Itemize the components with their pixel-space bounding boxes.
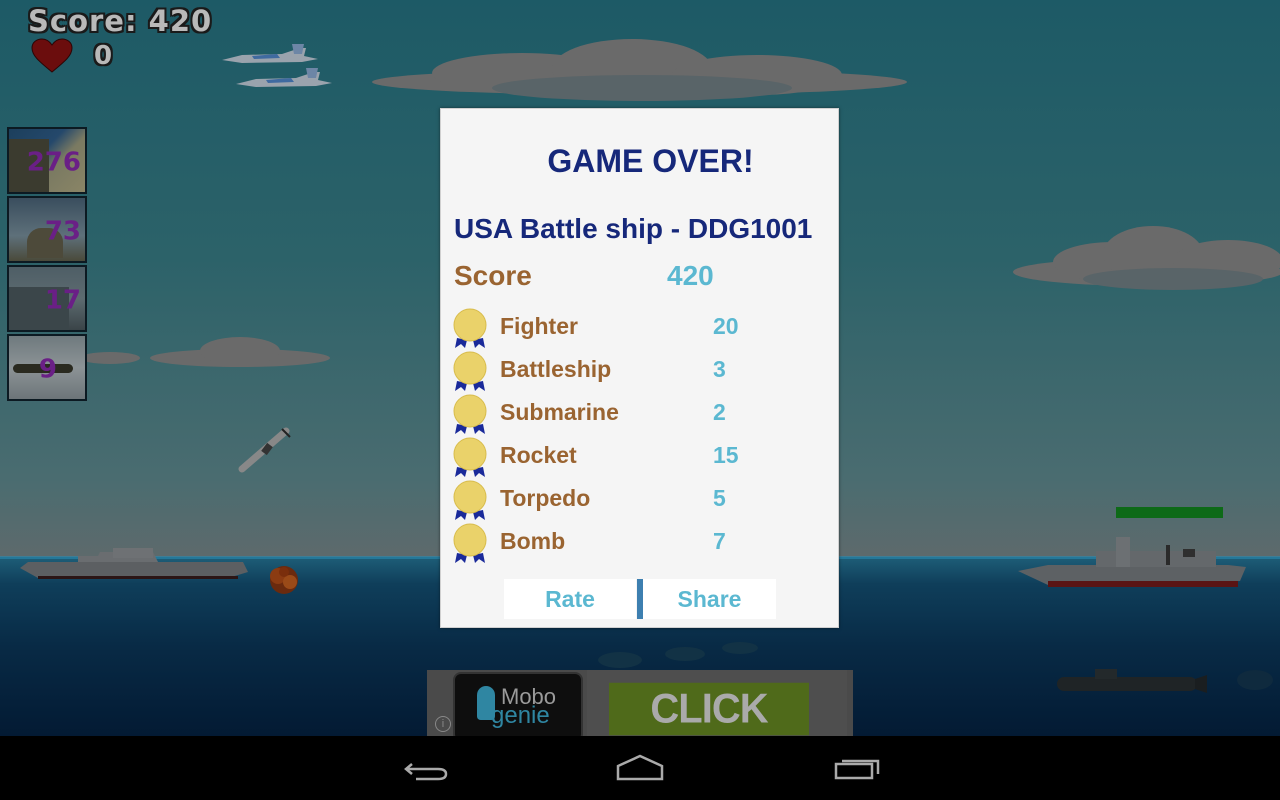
- share-button[interactable]: Share: [643, 579, 776, 619]
- stat-row-bomb: Bomb 7: [453, 523, 833, 566]
- medal-icon: [453, 308, 487, 348]
- ship-name: USA Battle ship - DDG1001: [454, 213, 813, 244]
- stat-row-torpedo: Torpedo 5: [453, 480, 833, 523]
- home-button[interactable]: [610, 752, 670, 786]
- enemy-health-bar: [1116, 507, 1223, 518]
- stat-value: 7: [713, 528, 726, 554]
- stat-value: 15: [713, 442, 739, 468]
- enemy-destroyer: [1018, 537, 1246, 587]
- back-icon: [404, 763, 448, 781]
- score-display: Score: 420: [28, 4, 213, 38]
- enemy-submarine: [1057, 669, 1207, 693]
- medal-icon: [453, 480, 487, 520]
- fish-school: [598, 642, 758, 668]
- stat-row-submarine: Submarine 2: [453, 394, 833, 437]
- explosion: [270, 566, 298, 594]
- stat-label: Rocket: [500, 442, 577, 468]
- stat-value: 3: [713, 356, 726, 382]
- heart-icon: [30, 38, 74, 74]
- fighter-jet: [222, 44, 318, 63]
- stat-label: Bomb: [500, 528, 566, 554]
- info-icon[interactable]: i: [435, 716, 451, 732]
- score-label: Score: [454, 260, 532, 291]
- lives-display: 0: [30, 38, 112, 74]
- home-icon: [616, 754, 664, 781]
- back-button[interactable]: [394, 752, 454, 786]
- fish: [1237, 670, 1273, 690]
- stat-label: Battleship: [500, 356, 612, 382]
- fighter-jet: [236, 68, 332, 87]
- game-over-dialog: GAME OVER! USA Battle ship - DDG1001 Sco…: [440, 108, 839, 628]
- missile: [238, 427, 291, 473]
- medal-icon: [453, 437, 487, 477]
- recents-button[interactable]: [828, 752, 888, 786]
- stat-label: Torpedo: [500, 485, 591, 511]
- score-value: 420: [667, 260, 714, 291]
- stat-row-rocket: Rocket 15: [453, 437, 833, 480]
- cloud: [80, 348, 140, 366]
- medal-icon: [453, 351, 487, 391]
- stat-value: 2: [713, 399, 726, 425]
- recents-icon: [834, 759, 880, 780]
- weapon-count: 17: [44, 285, 81, 315]
- dialog-title: GAME OVER!: [547, 143, 754, 179]
- stat-label: Submarine: [500, 399, 619, 425]
- weapon-selector: 276 73 17 9: [7, 127, 87, 403]
- system-nav-bar: [0, 736, 1280, 800]
- stat-row-fighter: Fighter 20: [453, 308, 833, 351]
- weapon-count: 73: [44, 216, 81, 246]
- rate-button[interactable]: Rate: [504, 579, 636, 619]
- stat-row-battleship: Battleship 3: [453, 351, 833, 394]
- weapon-count: 276: [26, 147, 81, 177]
- cloud: [1013, 220, 1280, 290]
- ad-cta-button[interactable]: CLICK HERE: [609, 682, 809, 736]
- weapon-ship-missile[interactable]: 17: [7, 265, 87, 332]
- player-battleship: [20, 548, 248, 579]
- weapon-torpedo[interactable]: 9: [7, 334, 87, 401]
- stat-value: 20: [713, 313, 739, 339]
- stat-value: 5: [713, 485, 726, 511]
- cloud: [372, 35, 907, 105]
- medal-icon: [453, 523, 487, 563]
- weapon-count: 9: [38, 354, 57, 384]
- weapon-cannon[interactable]: 276: [7, 127, 87, 194]
- lives-count: 0: [94, 41, 113, 71]
- stat-label: Fighter: [500, 313, 578, 339]
- weapon-anti-air-missile[interactable]: 73: [7, 196, 87, 263]
- ad-banner[interactable]: Mobo genie CLICK HERE i: [427, 670, 853, 736]
- medal-icon: [453, 394, 487, 434]
- cloud: [150, 335, 330, 371]
- ad-brand-bottom: genie: [491, 702, 550, 729]
